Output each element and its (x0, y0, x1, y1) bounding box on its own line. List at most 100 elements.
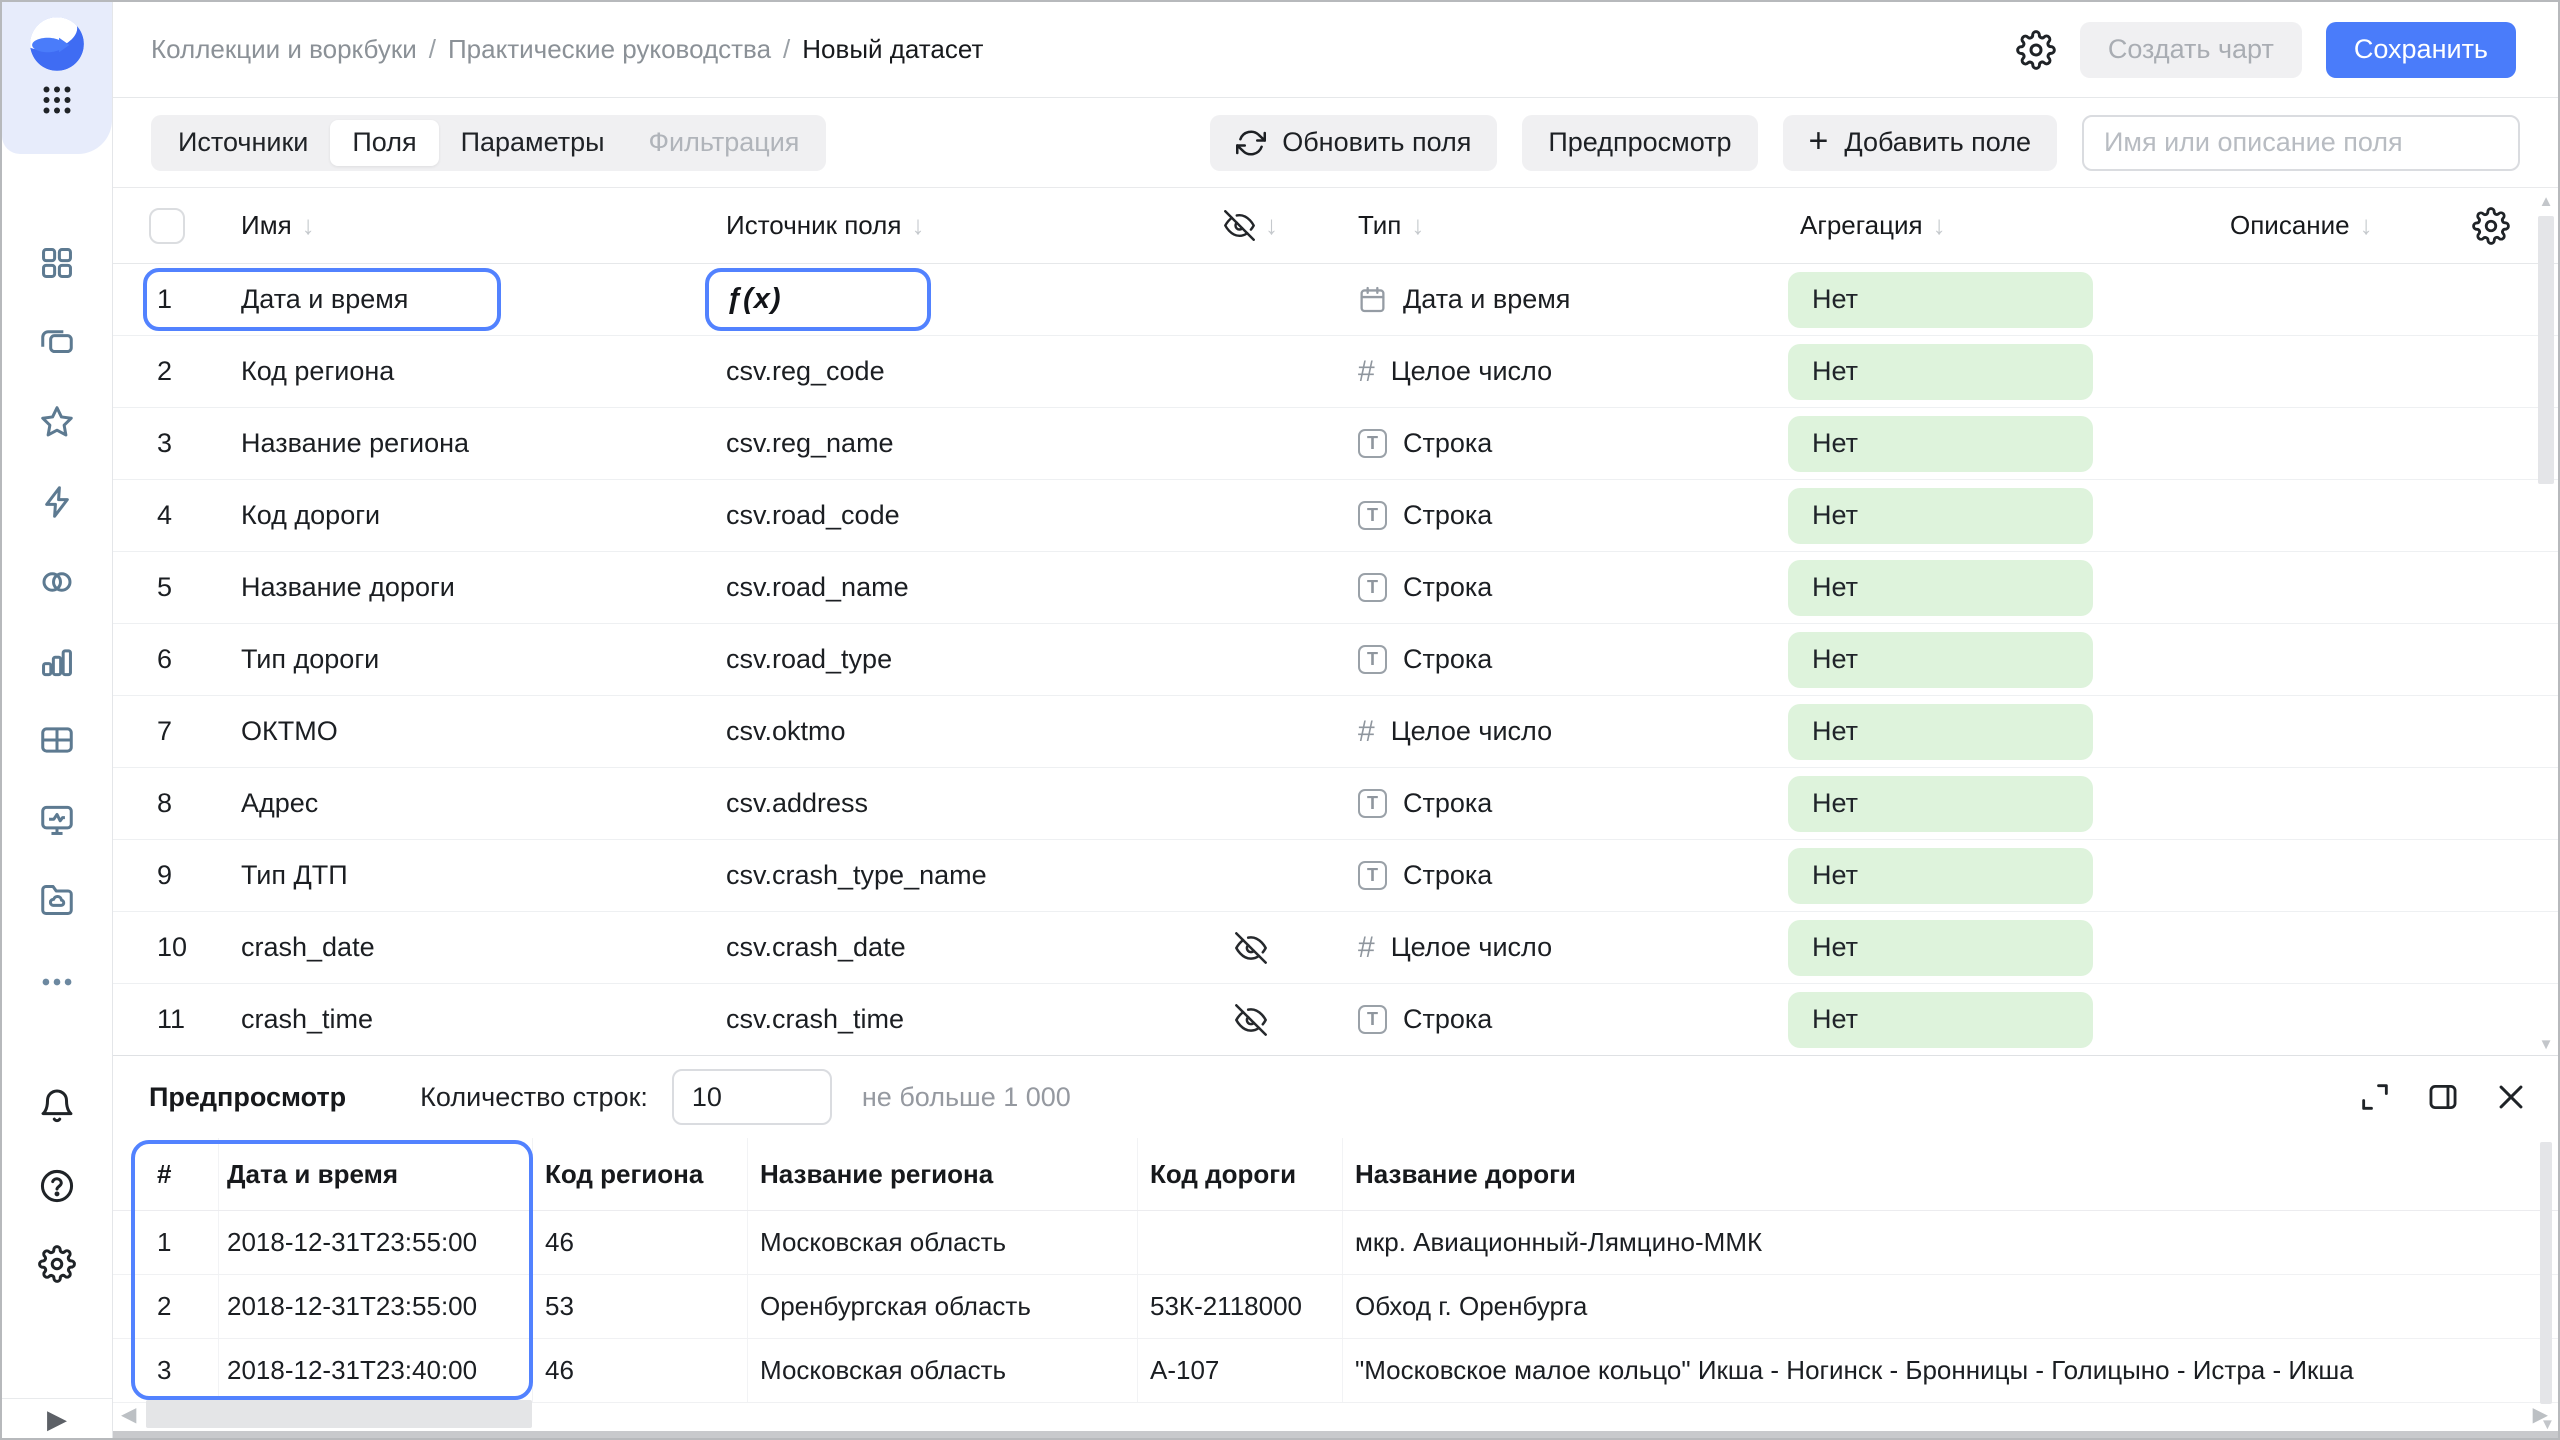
refresh-fields-button[interactable]: Обновить поля (1210, 115, 1497, 171)
preview-close-button[interactable] (2494, 1080, 2528, 1114)
field-row[interactable]: 2 Код региона csv.reg_code # Целое число… (113, 336, 2558, 408)
layers-copy-icon (38, 323, 76, 361)
field-row[interactable]: 6 Тип дороги csv.road_type T Строка Нет (113, 624, 2558, 696)
field-type: Дата и время (1403, 284, 1570, 315)
preview-cell-region-name: Оренбургская область (748, 1275, 1138, 1338)
aggregation-select[interactable]: Нет (1788, 560, 2093, 616)
tab-fields[interactable]: Поля (330, 120, 438, 166)
scroll-right-icon[interactable]: ▶ (2533, 1402, 2548, 1427)
add-field-button[interactable]: + Добавить поле (1783, 115, 2058, 171)
field-search-input[interactable] (2082, 115, 2520, 171)
sidebar-item-settings[interactable] (35, 1242, 79, 1286)
field-row[interactable]: 9 Тип ДТП csv.crash_type_name T Строка Н… (113, 840, 2558, 912)
breadcrumb-workbook[interactable]: Практические руководства (448, 34, 771, 65)
preview-vertical-scrollbar[interactable]: ▼ (2540, 1142, 2554, 1440)
preview-col-region-code[interactable]: Код региона (533, 1138, 748, 1210)
column-header-source[interactable]: Источник поля ↓ (726, 210, 1186, 241)
dataset-settings-button[interactable] (2016, 30, 2056, 70)
preview-horizontal-scrollbar[interactable]: ◀ ▶ (113, 1400, 2558, 1430)
column-header-name[interactable]: Имя ↓ (241, 210, 726, 241)
preview-col-road-name[interactable]: Название дороги (1343, 1138, 2532, 1210)
preview-cell-region-code: 46 (533, 1211, 748, 1274)
field-row[interactable]: 10 crash_date csv.crash_date # Целое чис… (113, 912, 2558, 984)
sidebar-item-storage[interactable] (35, 878, 79, 922)
aggregation-select[interactable]: Нет (1788, 776, 2093, 832)
field-row[interactable]: 4 Код дороги csv.road_code T Строка Нет (113, 480, 2558, 552)
sidebar-item-tables[interactable] (35, 718, 79, 762)
sidebar-item-collections[interactable] (35, 320, 79, 364)
sidebar-item-more[interactable] (35, 960, 79, 1004)
preview-split-view-button[interactable] (2426, 1080, 2460, 1114)
tab-filtering[interactable]: Фильтрация (627, 120, 822, 166)
row-number: 8 (157, 788, 172, 818)
aggregation-select[interactable]: Нет (1788, 488, 2093, 544)
sidebar-item-functions[interactable] (35, 480, 79, 524)
preview-maximize-button[interactable] (2358, 1080, 2392, 1114)
column-header-hidden[interactable]: ↓ (1186, 210, 1316, 241)
preview-cell-datetime: 2018-12-31T23:40:00 (219, 1339, 533, 1402)
scrollbar-thumb[interactable] (146, 1400, 532, 1428)
field-source: csv.crash_time (726, 1004, 904, 1034)
aggregation-select[interactable]: Нет (1788, 920, 2093, 976)
create-chart-button[interactable]: Создать чарт (2080, 22, 2302, 78)
column-header-type[interactable]: Тип ↓ (1316, 210, 1788, 241)
breadcrumb-collections[interactable]: Коллекции и воркбуки (151, 34, 417, 65)
preview-col-index[interactable]: # (149, 1138, 219, 1210)
field-row[interactable]: 8 Адрес csv.address T Строка Нет (113, 768, 2558, 840)
sidebar-item-connections[interactable] (35, 560, 79, 604)
aggregation-select[interactable]: Нет (1788, 992, 2093, 1048)
scroll-up-icon[interactable]: ▲ (2537, 194, 2555, 209)
preview-cell-road-code (1138, 1211, 1343, 1274)
preview-col-datetime[interactable]: Дата и время (219, 1138, 533, 1210)
field-name: Код региона (241, 356, 394, 386)
aggregation-select[interactable]: Нет (1788, 704, 2093, 760)
sort-arrow-icon: ↓ (911, 210, 924, 241)
column-header-aggregation[interactable]: Агрегация ↓ (1788, 210, 2218, 241)
aggregation-select[interactable]: Нет (1788, 848, 2093, 904)
hidden-eye-off-icon[interactable] (1235, 932, 1267, 964)
field-row[interactable]: 5 Название дороги csv.road_name T Строка… (113, 552, 2558, 624)
field-type: Строка (1403, 428, 1492, 459)
sidebar-item-objects[interactable] (35, 241, 79, 285)
hidden-eye-off-icon[interactable] (1235, 1004, 1267, 1036)
preview-col-region-name[interactable]: Название региона (748, 1138, 1138, 1210)
save-button[interactable]: Сохранить (2326, 22, 2516, 78)
sidebar-item-favorites[interactable] (35, 400, 79, 444)
row-number: 7 (157, 716, 172, 746)
preview-col-road-code[interactable]: Код дороги (1138, 1138, 1343, 1210)
tab-parameters[interactable]: Параметры (439, 120, 627, 166)
field-name: Код дороги (241, 500, 380, 530)
aggregation-select[interactable]: Нет (1788, 632, 2093, 688)
select-all-checkbox[interactable] (149, 208, 185, 244)
field-row[interactable]: 1 Дата и время ƒ(x) Дата и время Нет (113, 264, 2558, 336)
formula-icon[interactable]: ƒ(x) (726, 283, 782, 315)
row-count-input[interactable] (672, 1069, 832, 1125)
aggregation-select[interactable]: Нет (1788, 272, 2093, 328)
field-source: csv.reg_name (726, 428, 894, 458)
table-settings-gear-icon[interactable] (2472, 207, 2510, 245)
sidebar-item-dashboards[interactable] (35, 798, 79, 842)
field-row[interactable]: 11 crash_time csv.crash_time T Строка Не… (113, 984, 2558, 1055)
preview-toggle-button[interactable]: Предпросмотр (1522, 115, 1757, 171)
scroll-left-icon[interactable]: ◀ (121, 1402, 136, 1427)
sidebar-expand-button[interactable]: ▶ (36, 1404, 78, 1434)
aggregation-select[interactable]: Нет (1788, 344, 2093, 400)
scrollbar-thumb[interactable] (2538, 216, 2554, 484)
breadcrumb-separator: / (783, 34, 790, 65)
preview-cell-datetime: 2018-12-31T23:55:00 (219, 1275, 533, 1338)
field-type: Строка (1403, 860, 1492, 891)
aggregation-select[interactable]: Нет (1788, 416, 2093, 472)
sidebar-item-charts[interactable] (35, 640, 79, 684)
scrollbar-thumb[interactable] (2540, 1142, 2552, 1404)
fields-vertical-scrollbar[interactable]: ▲ ▼ (2537, 194, 2555, 1052)
gear-icon (38, 1245, 76, 1283)
sidebar-item-help[interactable] (35, 1164, 79, 1208)
tab-sources[interactable]: Источники (156, 120, 330, 166)
field-row[interactable]: 3 Название региона csv.reg_name T Строка… (113, 408, 2558, 480)
field-row[interactable]: 7 ОКТМО csv.oktmo # Целое число Нет (113, 696, 2558, 768)
scroll-down-icon[interactable]: ▼ (2537, 1037, 2555, 1052)
column-header-description[interactable]: Описание ↓ (2218, 210, 2446, 241)
refresh-fields-label: Обновить поля (1282, 127, 1471, 158)
sidebar-item-notifications[interactable] (35, 1084, 79, 1128)
field-name: Адрес (241, 788, 318, 818)
